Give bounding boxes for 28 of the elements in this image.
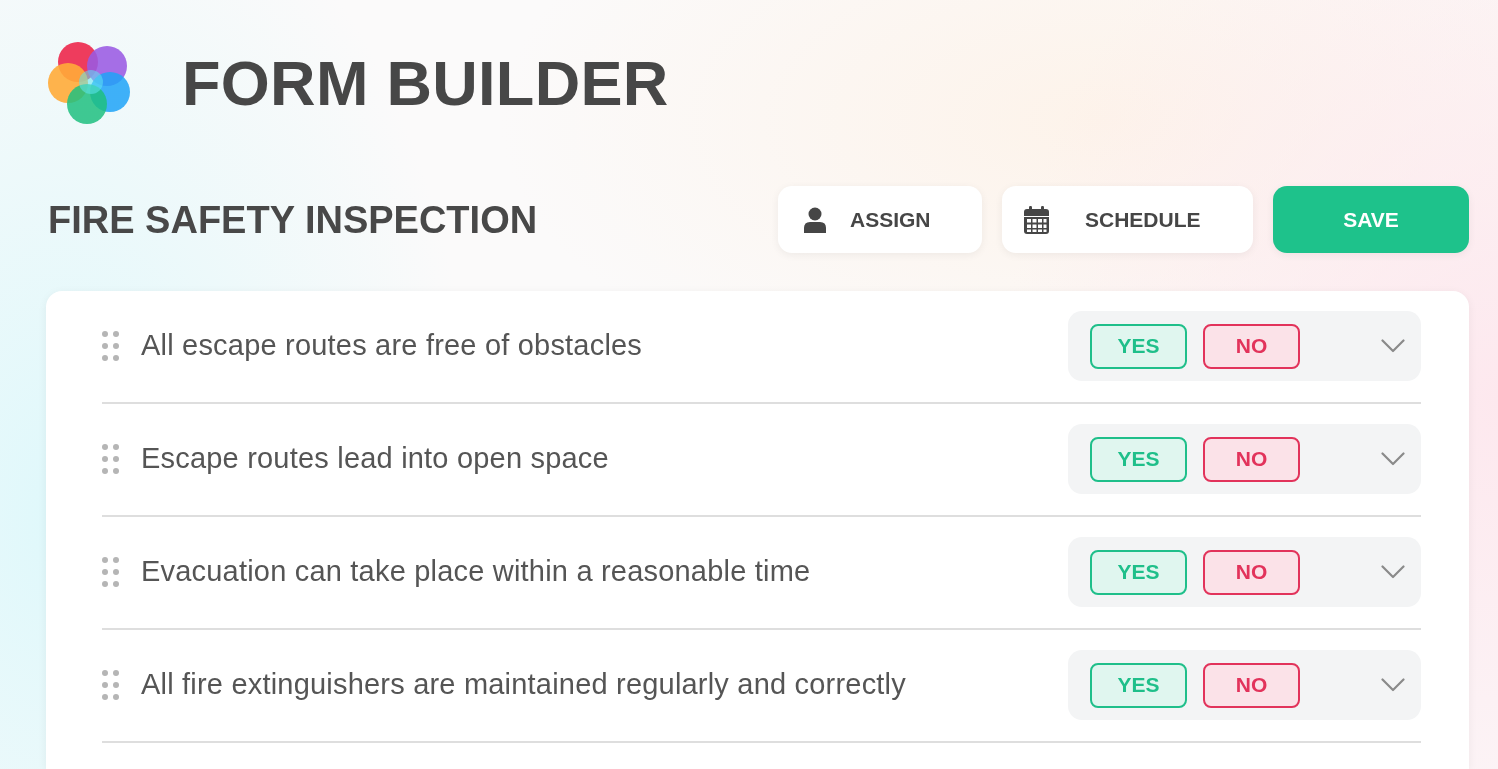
chevron-down-icon[interactable] xyxy=(1381,565,1405,579)
drag-handle-icon[interactable] xyxy=(102,670,119,700)
petal-logo-icon xyxy=(46,40,130,126)
answer-option-button[interactable]: YES xyxy=(1090,662,1187,708)
drag-handle-icon[interactable] xyxy=(102,331,119,361)
answer-option-button[interactable]: NO xyxy=(1203,323,1300,369)
drag-handle-icon[interactable] xyxy=(102,444,119,474)
question-text: All escape routes are free of obstacles xyxy=(141,328,644,364)
app-title: FORM BUILDER xyxy=(182,51,669,115)
assign-button[interactable]: ASSIGN xyxy=(778,186,982,253)
schedule-button[interactable]: SCHEDULE xyxy=(1002,186,1253,253)
chevron-down-icon[interactable] xyxy=(1381,678,1405,692)
question-text: Evacuation can take place within a reasonable time xyxy=(141,554,812,590)
chevron-down-icon[interactable] xyxy=(1381,452,1405,466)
form-title: FIRE SAFETY INSPECTION xyxy=(48,200,538,239)
person-icon xyxy=(804,206,826,233)
answer-option-button[interactable]: YES xyxy=(1090,436,1187,482)
question-text: Escape routes lead into open space xyxy=(141,441,610,477)
chevron-down-icon[interactable] xyxy=(1381,339,1405,353)
save-button[interactable]: SAVE xyxy=(1273,186,1469,253)
drag-handle-icon[interactable] xyxy=(102,557,119,587)
question-text: All fire extinguishers are maintained regularly and correctly xyxy=(141,667,907,703)
answer-option-button[interactable]: YES xyxy=(1090,549,1187,595)
answer-option-button[interactable]: NO xyxy=(1203,662,1300,708)
answer-option-button[interactable]: NO xyxy=(1203,436,1300,482)
answer-option-button[interactable]: YES xyxy=(1090,323,1187,369)
calendar-icon xyxy=(1024,205,1049,234)
answer-option-button[interactable]: NO xyxy=(1203,549,1300,595)
